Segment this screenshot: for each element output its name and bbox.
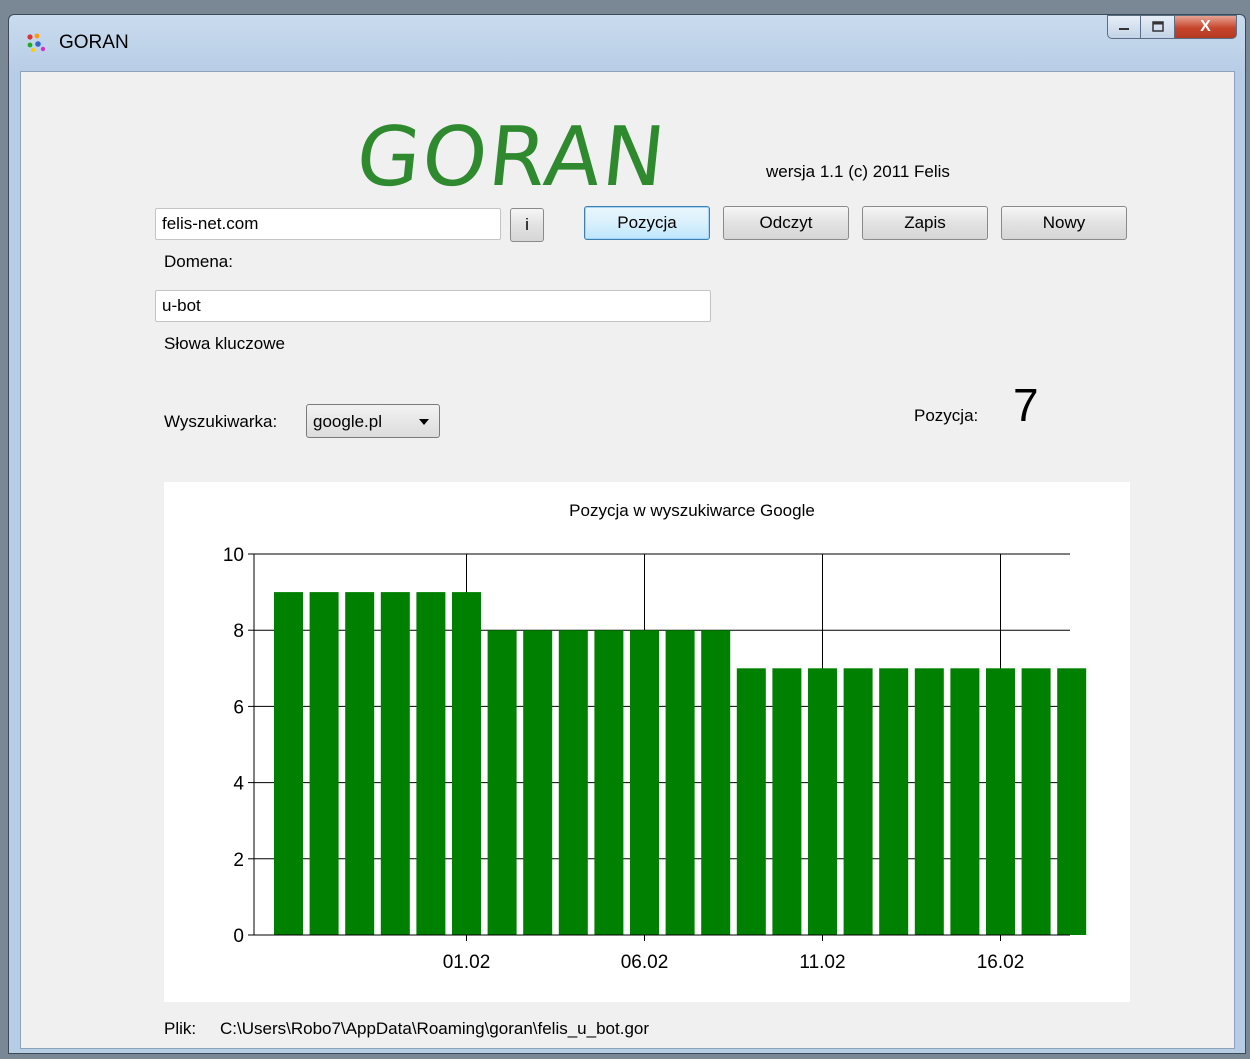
- domain-label: Domena:: [164, 252, 233, 271]
- read-button-label: Odczyt: [759, 213, 813, 232]
- position-label: Pozycja:: [914, 406, 979, 425]
- title-bar[interactable]: GORAN X: [9, 15, 1245, 71]
- file-label: Plik:: [164, 1019, 197, 1038]
- minimize-button[interactable]: [1107, 15, 1141, 39]
- chart-bar: [772, 668, 802, 935]
- engine-selected-value: google.pl: [313, 412, 383, 431]
- app-window: GORAN X GORAN wersja 1.1 (c) 2011 Felis …: [8, 14, 1246, 1054]
- window-controls: X: [1107, 15, 1237, 39]
- client-area: GORAN wersja 1.1 (c) 2011 Felis i Pozycj…: [20, 71, 1235, 1049]
- chart-bar: [914, 668, 944, 935]
- maximize-button[interactable]: [1141, 15, 1175, 39]
- save-button-label: Zapis: [904, 213, 946, 232]
- domain-input[interactable]: [155, 208, 501, 240]
- x-tick-label: 16.02: [977, 952, 1025, 973]
- chart-bar: [843, 668, 873, 935]
- engine-label: Wyszukiwarka:: [164, 412, 278, 431]
- app-logo: GORAN: [352, 110, 672, 205]
- position-button[interactable]: Pozycja: [584, 206, 710, 240]
- close-icon: X: [1200, 18, 1211, 35]
- keywords-input[interactable]: [155, 290, 711, 322]
- chart-bar: [416, 592, 446, 935]
- chart-bar: [950, 668, 980, 935]
- read-button[interactable]: Odczyt: [723, 206, 849, 240]
- chart-bar: [986, 668, 1015, 935]
- file-path: C:\Users\Robo7\AppData\Roaming\goran\fel…: [220, 1019, 650, 1038]
- x-tick-label: 01.02: [443, 952, 491, 973]
- chart-bar: [1057, 668, 1087, 935]
- minimize-icon: [1119, 28, 1129, 30]
- chart-bar: [487, 630, 517, 935]
- position-chart: Pozycja w wyszukiwarce Google 0 2 4 6 8 10 01.0…: [164, 482, 1130, 1002]
- info-button[interactable]: i: [510, 208, 544, 242]
- chart-bar: [345, 592, 375, 935]
- chart-title: Pozycja w wyszukiwarce Google: [569, 501, 815, 520]
- chart-bar: [274, 592, 303, 935]
- chart-bar: [309, 592, 339, 935]
- info-button-label: i: [525, 215, 529, 234]
- y-tick-label: 6: [233, 697, 244, 718]
- chart-bar: [701, 630, 731, 935]
- new-button[interactable]: Nowy: [1001, 206, 1127, 240]
- position-button-label: Pozycja: [617, 213, 677, 232]
- y-tick-label: 8: [233, 621, 244, 642]
- chart-svg: Pozycja w wyszukiwarce Google 0 2 4 6 8 10 01.0…: [223, 501, 1087, 973]
- position-value: 7: [1013, 379, 1039, 431]
- maximize-icon: [1151, 21, 1164, 32]
- new-button-label: Nowy: [1042, 213, 1086, 232]
- chart-bar: [736, 668, 766, 935]
- y-tick-label: 4: [233, 774, 244, 795]
- y-tick-label: 2: [233, 850, 244, 871]
- chart-bar: [558, 630, 588, 935]
- app-icon: [27, 33, 46, 52]
- chart-bar: [594, 630, 624, 935]
- chart-bar: [523, 630, 553, 935]
- y-tick-label: 0: [233, 926, 244, 947]
- keywords-label: Słowa kluczowe: [164, 334, 285, 353]
- chart-bar: [879, 668, 909, 935]
- close-button[interactable]: X: [1175, 15, 1237, 39]
- chart-bar: [665, 630, 695, 935]
- chart-bar: [452, 592, 481, 935]
- x-tick-label: 11.02: [799, 952, 845, 973]
- chevron-down-icon: [419, 419, 429, 425]
- chart-bar: [630, 630, 659, 935]
- x-tick-label: 06.02: [621, 952, 669, 973]
- chart-bar: [380, 592, 410, 935]
- save-button[interactable]: Zapis: [862, 206, 988, 240]
- version-label: wersja 1.1 (c) 2011 Felis: [766, 162, 950, 181]
- y-tick-label: 10: [223, 545, 244, 566]
- chart-bar: [808, 668, 837, 935]
- engine-select[interactable]: google.pl: [306, 404, 440, 438]
- chart-bar: [1021, 668, 1051, 935]
- window-title: GORAN: [59, 32, 129, 53]
